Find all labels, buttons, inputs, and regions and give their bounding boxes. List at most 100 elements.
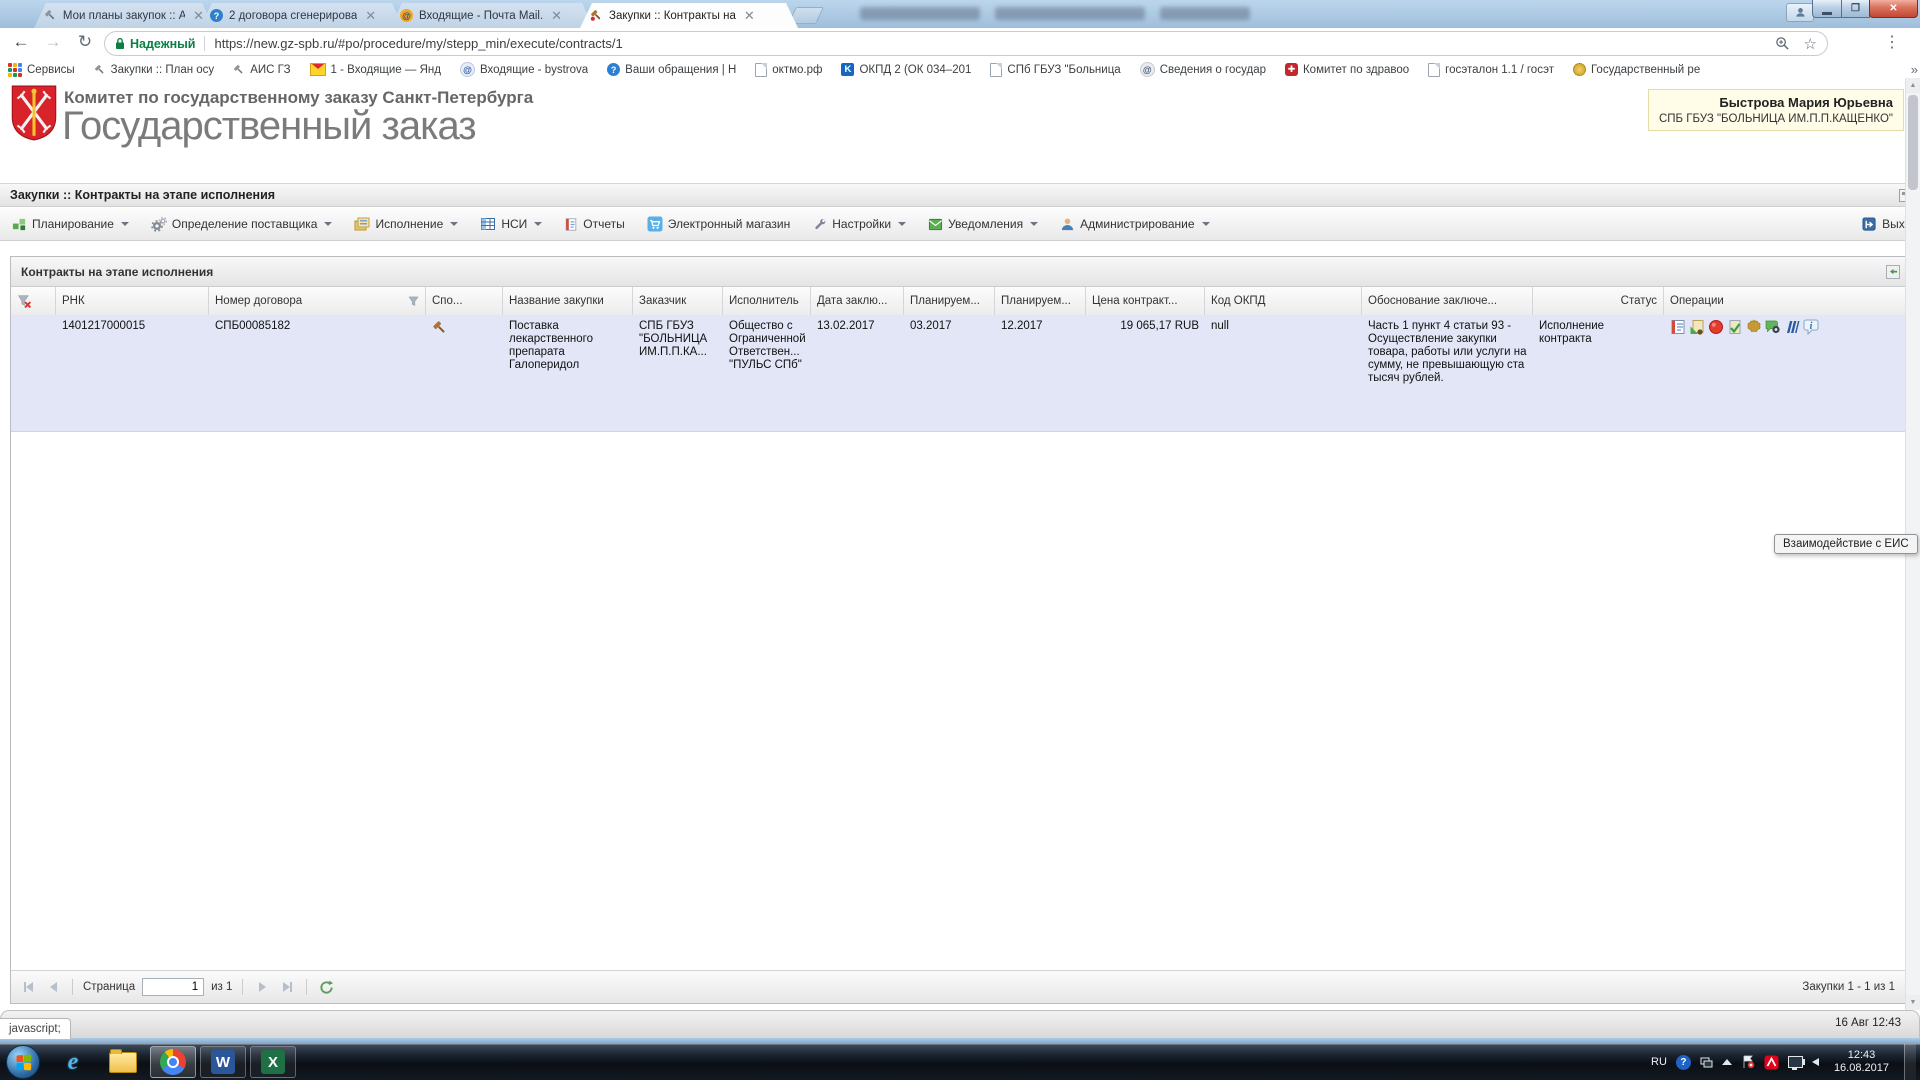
security-chip[interactable]: Надежный bbox=[115, 37, 195, 51]
taskbar-word-button[interactable]: W bbox=[200, 1046, 246, 1078]
filter-funnel-icon[interactable] bbox=[408, 296, 419, 307]
tab-close-icon[interactable]: ✕ bbox=[363, 9, 378, 22]
page-number-input[interactable] bbox=[142, 978, 204, 996]
tab-contracts-generated[interactable]: ? 2 договора сгенерирова ✕ bbox=[200, 3, 404, 28]
column-header-plan-from[interactable]: Планируем... bbox=[904, 287, 995, 315]
contract-card-icon[interactable] bbox=[1670, 319, 1686, 335]
bookmark-item[interactable]: АИС ГЗ bbox=[233, 64, 290, 76]
menu-planning[interactable]: Планирование bbox=[12, 217, 129, 232]
taskbar-excel-button[interactable]: X bbox=[250, 1046, 296, 1078]
tab-close-icon[interactable]: ✕ bbox=[549, 9, 564, 22]
column-header-method[interactable]: Спо... bbox=[426, 287, 503, 315]
tab-mailru-inbox[interactable]: @ Входящие - Почта Mail. ✕ bbox=[390, 3, 594, 28]
tab-close-icon[interactable]: ✕ bbox=[191, 9, 206, 22]
window-switch-tray-icon[interactable] bbox=[1700, 1056, 1713, 1069]
minimize-button[interactable]: ▬ bbox=[1812, 0, 1842, 18]
column-header-name[interactable]: Название закупки bbox=[503, 287, 633, 315]
restore-button[interactable]: ❐ bbox=[1841, 0, 1870, 18]
health-committee-icon: ✚ bbox=[1285, 63, 1298, 76]
column-header-contract-no[interactable]: Номер договора bbox=[209, 287, 426, 315]
network-tray-icon[interactable] bbox=[1788, 1056, 1803, 1068]
address-bar[interactable]: Надежный https://new.gz-spb.ru/#po/proce… bbox=[104, 31, 1828, 56]
language-indicator[interactable]: RU bbox=[1651, 1056, 1667, 1068]
tab-contracts-active[interactable]: Закупки :: Контракты на ✕ bbox=[580, 3, 798, 28]
cell-plan-from: 03.2017 bbox=[904, 315, 995, 431]
info-icon[interactable]: i bbox=[1803, 319, 1819, 335]
profile-button[interactable] bbox=[1786, 3, 1814, 22]
reload-button[interactable]: ↻ bbox=[72, 32, 98, 52]
menu-notifications[interactable]: Уведомления bbox=[928, 217, 1038, 232]
refresh-button[interactable] bbox=[317, 978, 335, 996]
bookmark-item[interactable]: @ Входящие - bystrova bbox=[460, 62, 588, 77]
zoom-indicator-icon[interactable] bbox=[1775, 36, 1790, 51]
taskbar-chrome-button[interactable] bbox=[150, 1046, 196, 1078]
taskbar-ie-button[interactable]: e bbox=[50, 1046, 96, 1078]
menu-settings[interactable]: Настройки bbox=[812, 217, 906, 232]
scroll-down-arrow[interactable]: ▼ bbox=[1906, 995, 1920, 1010]
column-header-justification[interactable]: Обоснование заключе... bbox=[1362, 287, 1533, 315]
close-button[interactable]: ✕ bbox=[1869, 0, 1918, 18]
archive-columns-icon[interactable] bbox=[1784, 319, 1800, 335]
menu-administration[interactable]: Администрирование bbox=[1060, 217, 1209, 232]
column-header-date[interactable]: Дата заклю... bbox=[811, 287, 904, 315]
start-button[interactable] bbox=[6, 1045, 40, 1079]
menu-eshop[interactable]: Электронный магазин bbox=[647, 216, 790, 232]
scroll-up-arrow[interactable]: ▲ bbox=[1906, 78, 1920, 93]
menu-reports[interactable]: Отчеты bbox=[564, 217, 624, 232]
column-header-rnk[interactable]: РНК bbox=[56, 287, 209, 315]
stop-icon[interactable] bbox=[1708, 319, 1724, 335]
column-header-plan-to[interactable]: Планируем... bbox=[995, 287, 1086, 315]
eis-interaction-icon[interactable] bbox=[1765, 319, 1781, 335]
menu-supplier-determination[interactable]: Определение поставщика bbox=[151, 216, 333, 232]
first-page-button[interactable] bbox=[19, 978, 37, 996]
url-text[interactable]: https://new.gz-spb.ru/#po/procedure/my/s… bbox=[214, 36, 1766, 51]
bookmark-item[interactable]: K ОКПД 2 (ОК 034–201 bbox=[841, 63, 971, 76]
taskbar-explorer-button[interactable] bbox=[100, 1046, 146, 1078]
column-header-okpd[interactable]: Код ОКПД bbox=[1205, 287, 1362, 315]
panel-refresh-icon[interactable] bbox=[1886, 265, 1900, 279]
column-header-operations[interactable]: Операции bbox=[1664, 287, 1907, 315]
antivirus-tray-icon[interactable] bbox=[1764, 1055, 1779, 1070]
menu-execution[interactable]: Исполнение bbox=[354, 216, 458, 232]
back-button[interactable]: ← bbox=[8, 32, 34, 52]
hidden-icons-arrow[interactable] bbox=[1722, 1059, 1732, 1065]
contract-row[interactable]: 1401217000015 СПБ00085182 Поставка лекар… bbox=[11, 315, 1907, 432]
prev-page-button[interactable] bbox=[44, 978, 62, 996]
page-icon bbox=[990, 63, 1002, 77]
last-page-button[interactable] bbox=[278, 978, 296, 996]
taskbar-clock[interactable]: 12:43 16.08.2017 bbox=[1828, 1049, 1895, 1075]
column-header-status[interactable]: Статус bbox=[1533, 287, 1664, 315]
forward-button[interactable]: → bbox=[40, 32, 66, 52]
bookmark-item[interactable]: октмо.рф bbox=[755, 63, 822, 77]
bookmark-item[interactable]: ✚ Комитет по здравоо bbox=[1285, 63, 1409, 76]
bookmark-item[interactable]: Государственный ре bbox=[1573, 63, 1700, 76]
bookmark-item[interactable]: госэталон 1.1 / госэт bbox=[1428, 63, 1554, 77]
tab-close-icon[interactable]: ✕ bbox=[742, 9, 757, 22]
help-tray-icon[interactable]: ? bbox=[1676, 1055, 1691, 1070]
column-header-filter[interactable] bbox=[11, 287, 56, 315]
electronic-document-icon[interactable] bbox=[1689, 319, 1705, 335]
next-page-button[interactable] bbox=[253, 978, 271, 996]
tab-my-purchase-plans[interactable]: Мои планы закупок :: А ✕ bbox=[34, 3, 214, 28]
document-check-icon[interactable] bbox=[1727, 319, 1743, 335]
column-header-price[interactable]: Цена контракт... bbox=[1086, 287, 1205, 315]
apps-shortcut[interactable]: Сервисы bbox=[8, 63, 75, 77]
action-center-flag-icon[interactable] bbox=[1741, 1055, 1755, 1069]
menu-nsi[interactable]: НСИ bbox=[480, 216, 542, 232]
volume-tray-icon[interactable] bbox=[1812, 1058, 1819, 1066]
browser-menu-button[interactable]: ⋮ bbox=[1884, 32, 1900, 52]
bookmarks-overflow-button[interactable]: » bbox=[1905, 61, 1918, 78]
bookmark-label: госэталон 1.1 / госэт bbox=[1445, 64, 1554, 76]
bookmark-item[interactable]: 1 - Входящие — Янд bbox=[310, 63, 441, 76]
column-header-executor[interactable]: Исполнитель bbox=[723, 287, 811, 315]
bookmark-item[interactable]: Закупки :: План осу bbox=[94, 64, 215, 76]
scrollbar-thumb[interactable] bbox=[1908, 95, 1918, 190]
bookmark-item[interactable]: ? Ваши обращения | Н bbox=[607, 63, 736, 76]
bookmark-item[interactable]: СПб ГБУЗ "Больница bbox=[990, 63, 1120, 77]
column-header-customer[interactable]: Заказчик bbox=[633, 287, 723, 315]
eis-eagle-icon[interactable] bbox=[1746, 319, 1762, 335]
cell-contract-no: СПБ00085182 bbox=[209, 315, 426, 431]
bookmark-star-icon[interactable]: ☆ bbox=[1804, 35, 1817, 53]
show-desktop-button[interactable] bbox=[1904, 1044, 1916, 1080]
bookmark-item[interactable]: @ Сведения о государ bbox=[1140, 62, 1266, 77]
